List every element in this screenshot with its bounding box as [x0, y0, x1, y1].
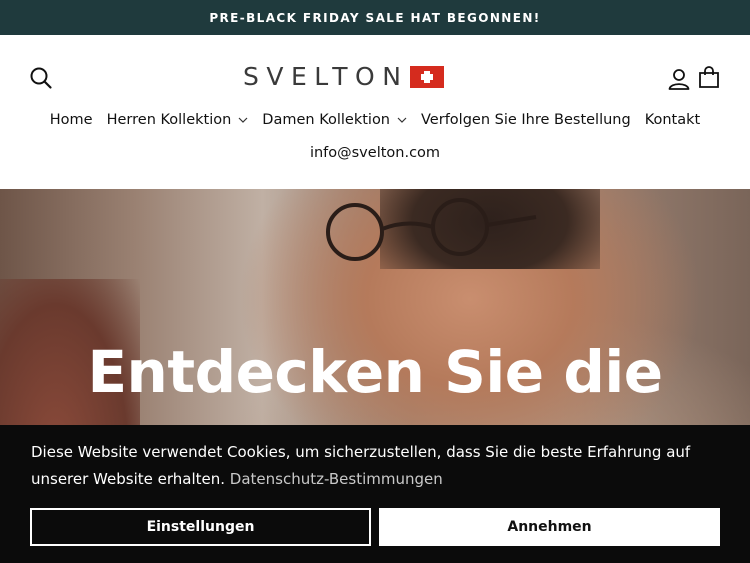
cookie-message: Diese Website verwendet Cookies, um sich…: [31, 439, 731, 493]
nav-item-home[interactable]: Home: [43, 112, 100, 128]
nav-item-label: Damen Kollektion: [262, 112, 391, 128]
search-icon[interactable]: [29, 66, 53, 90]
nav-item-herren-kollektion[interactable]: Herren Kollektion: [100, 112, 256, 128]
user-icon[interactable]: [667, 67, 691, 91]
nav-item-damen-kollektion[interactable]: Damen Kollektion: [255, 112, 414, 128]
chevron-down-icon: [238, 117, 248, 123]
nav-email-label: info@svelton.com: [309, 145, 441, 161]
nav-item-label: Home: [49, 112, 93, 128]
announcement-text: PRE-BLACK FRIDAY SALE HAT BEGONNEN!: [209, 10, 541, 25]
swiss-flag-icon: [410, 66, 445, 88]
chevron-down-icon: [397, 117, 407, 123]
cookie-accept-button[interactable]: Annehmen: [379, 508, 720, 546]
cookie-banner: Diese Website verwendet Cookies, um sich…: [0, 425, 750, 563]
nav-item-kontakt[interactable]: Kontakt: [638, 112, 708, 128]
shopping-bag-icon[interactable]: [697, 65, 721, 89]
announcement-bar: PRE-BLACK FRIDAY SALE HAT BEGONNEN!: [0, 0, 750, 35]
nav-second-row: info@svelton.com: [0, 141, 750, 165]
hero-glasses-illustration: [326, 198, 537, 261]
nav-item-label: Kontakt: [644, 112, 701, 128]
hero-title: Entdecken Sie die: [87, 338, 663, 406]
nav-item-order-tracking[interactable]: Verfolgen Sie Ihre Bestellung: [414, 112, 638, 128]
nav-item-label: Herren Kollektion: [106, 112, 232, 128]
nav-item-label: Verfolgen Sie Ihre Bestellung: [421, 112, 631, 128]
site-logo[interactable]: SVELTON: [243, 62, 445, 91]
logo-wordmark: SVELTON: [243, 62, 409, 91]
main-nav: Home Herren Kollektion Damen Kollektion …: [0, 107, 750, 133]
nav-item-email[interactable]: info@svelton.com: [303, 145, 447, 161]
privacy-policy-link[interactable]: Datenschutz-Bestimmungen: [230, 470, 443, 488]
cookie-settings-button[interactable]: Einstellungen: [30, 508, 371, 546]
site-header: SVELTON Home Herren Kollektion Damen Kol…: [0, 35, 750, 189]
